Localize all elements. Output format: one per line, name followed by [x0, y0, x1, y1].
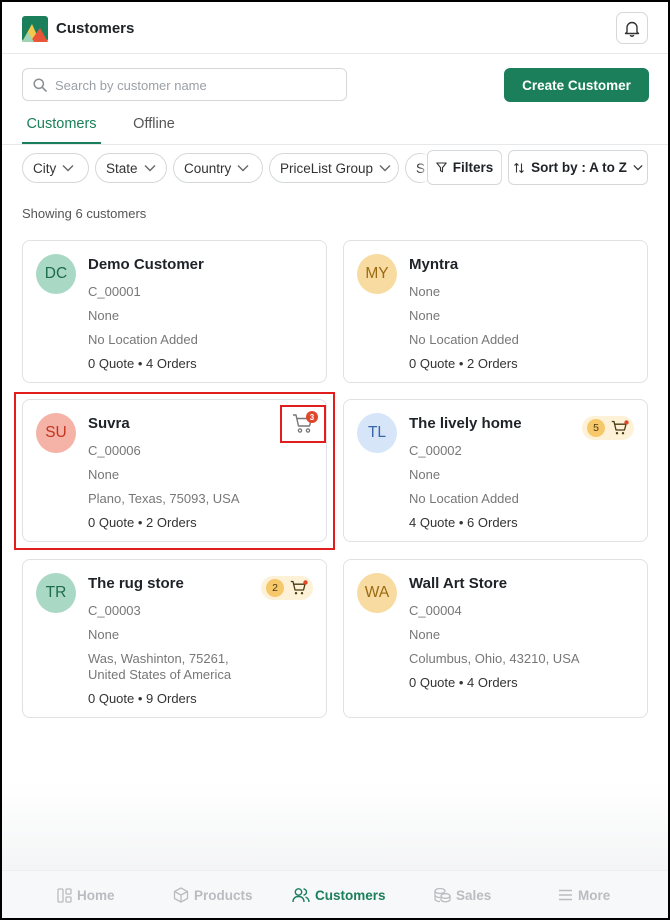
- filter-icon: [435, 162, 447, 173]
- filter-truncated-label: S: [416, 160, 426, 176]
- home-icon: [57, 887, 72, 903]
- nav-sales[interactable]: Sales: [434, 885, 491, 905]
- customer-name: The rug store: [88, 575, 184, 592]
- avatar: TR: [36, 573, 76, 613]
- avatar: DC: [36, 254, 76, 294]
- bottom-nav: Home Products Customers Sales More: [2, 870, 668, 918]
- search-box: [22, 68, 347, 101]
- customer-location-line2: United States of America: [88, 667, 232, 682]
- customer-name: The lively home: [409, 415, 522, 432]
- customer-location: Columbus, Ohio, 43210, USA: [409, 651, 580, 666]
- filter-state[interactable]: State: [95, 153, 167, 183]
- nav-products[interactable]: Products: [173, 885, 253, 905]
- customer-card[interactable]: DC Demo Customer C_00001 None No Locatio…: [22, 240, 327, 383]
- customer-stats: 0 Quote • 2 Orders: [409, 356, 518, 371]
- customer-location: No Location Added: [409, 491, 519, 506]
- customer-code: C_00003: [88, 603, 141, 618]
- tab-customers[interactable]: Customers: [22, 114, 101, 144]
- customer-stats: 4 Quote • 6 Orders: [409, 515, 518, 530]
- users-icon: [292, 888, 310, 903]
- cart-button[interactable]: 5: [582, 416, 634, 440]
- coins-icon: [434, 887, 451, 903]
- customer-stats: 0 Quote • 9 Orders: [88, 691, 197, 706]
- customer-card[interactable]: TL The lively home C_00002 None No Locat…: [343, 399, 648, 542]
- filter-country-label: Country: [184, 160, 232, 176]
- chevron-down-icon: [379, 165, 391, 172]
- customer-code: C_00002: [409, 443, 462, 458]
- customer-card[interactable]: MY Myntra None None No Location Added 0 …: [343, 240, 648, 383]
- result-count: Showing 6 customers: [22, 206, 147, 221]
- customer-field: None: [88, 308, 120, 323]
- nav-more[interactable]: More: [558, 885, 610, 905]
- sort-button[interactable]: Sort by : A to Z: [508, 150, 648, 185]
- filter-pricelist-label: PriceList Group: [280, 160, 374, 176]
- customer-field: None: [409, 467, 441, 482]
- nav-home-label: Home: [77, 887, 115, 903]
- nav-sales-label: Sales: [456, 887, 492, 903]
- bell-icon: [624, 21, 640, 37]
- chevron-down-icon: [633, 164, 643, 171]
- avatar: MY: [357, 254, 397, 294]
- filters-label: Filters: [452, 160, 494, 175]
- app-logo: [22, 16, 48, 42]
- nav-more-label: More: [578, 887, 611, 903]
- filter-state-label: State: [106, 160, 138, 176]
- sort-icon: [514, 162, 525, 173]
- page-title: Customers: [56, 20, 135, 37]
- sort-label: Sort by : A to Z: [531, 160, 627, 175]
- customer-card[interactable]: WA Wall Art Store C_00004 None Columbus,…: [343, 559, 648, 718]
- chevron-down-icon: [62, 165, 74, 172]
- filter-city-label: City: [33, 160, 57, 176]
- customer-location: No Location Added: [409, 332, 519, 347]
- customer-code: None: [409, 284, 441, 299]
- avatar: WA: [357, 573, 397, 613]
- cart-highlight-box: [280, 405, 326, 443]
- cart-icon: [611, 420, 629, 435]
- nav-home[interactable]: Home: [57, 885, 115, 905]
- menu-icon: [559, 889, 572, 901]
- customer-field: None: [88, 627, 120, 642]
- cart-icon: [290, 580, 308, 595]
- avatar: TL: [357, 413, 397, 453]
- customer-code: C_00001: [88, 284, 141, 299]
- create-customer-button[interactable]: Create Customer: [504, 68, 649, 102]
- customer-code: C_00004: [409, 603, 462, 618]
- filter-pricelist-group[interactable]: PriceList Group: [269, 153, 399, 183]
- customer-stats: 0 Quote • 4 Orders: [88, 356, 197, 371]
- customer-name: Demo Customer: [88, 256, 204, 273]
- search-icon: [33, 78, 47, 92]
- filter-country[interactable]: Country: [173, 153, 263, 183]
- customer-location: Was, Washinton, 75261,: [88, 651, 229, 666]
- customer-stats: 0 Quote • 4 Orders: [409, 675, 518, 690]
- chevron-down-icon: [144, 165, 156, 172]
- cart-count: 5: [587, 419, 605, 437]
- tabs-divider: [2, 144, 668, 145]
- customer-name: Wall Art Store: [409, 575, 508, 592]
- chevron-down-icon: [237, 165, 249, 172]
- top-bar: Customers: [2, 2, 668, 54]
- nav-customers[interactable]: Customers: [292, 885, 386, 905]
- box-icon: [173, 887, 189, 903]
- app-frame: Customers Create Customer Customers Offl…: [2, 2, 668, 918]
- customer-name: Myntra: [409, 256, 459, 273]
- customer-field: None: [409, 308, 441, 323]
- filters-button[interactable]: Filters: [427, 150, 502, 185]
- notifications-button[interactable]: [616, 12, 648, 44]
- nav-products-label: Products: [194, 887, 253, 903]
- nav-customers-label: Customers: [315, 887, 386, 903]
- customer-field: None: [409, 627, 441, 642]
- filter-city[interactable]: City: [22, 153, 89, 183]
- bottom-fade: [2, 782, 668, 870]
- cart-count: 2: [266, 579, 284, 597]
- customer-card[interactable]: TR The rug store C_00003 None Was, Washi…: [22, 559, 327, 718]
- cart-button[interactable]: 2: [261, 576, 313, 600]
- search-input[interactable]: [55, 75, 335, 95]
- tab-offline[interactable]: Offline: [130, 114, 178, 144]
- customer-location: No Location Added: [88, 332, 198, 347]
